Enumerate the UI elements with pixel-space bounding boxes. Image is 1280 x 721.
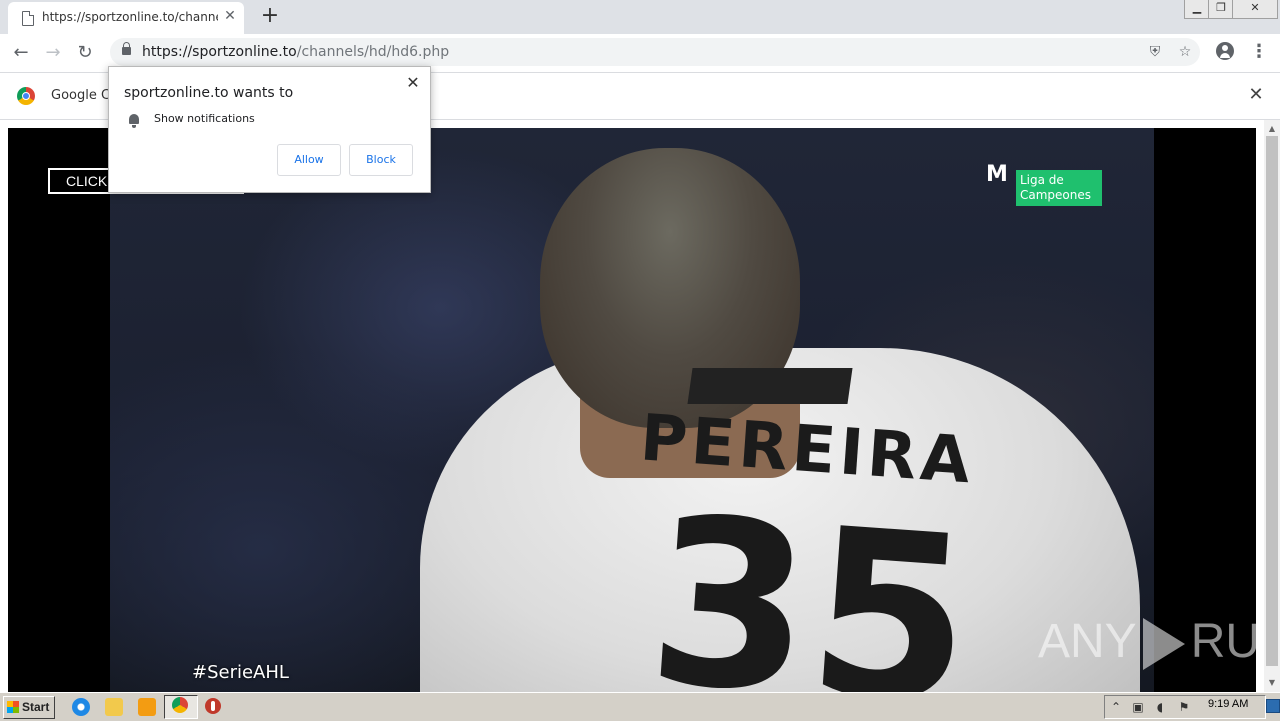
url-path: /channels/hd/hd6.php	[296, 44, 450, 60]
taskbar-clock[interactable]: 9:19 AM	[1208, 698, 1248, 710]
watermark-left: ANY	[1038, 615, 1137, 668]
allow-button[interactable]: Allow	[277, 144, 341, 176]
account-icon[interactable]	[1216, 42, 1234, 60]
media-player-icon[interactable]	[138, 698, 156, 716]
network-icon[interactable]: ▣	[1131, 700, 1145, 714]
infobar-close-icon[interactable]: ✕	[1246, 85, 1266, 105]
popup-title: sportzonline.to wants to	[124, 85, 294, 101]
start-label: Start	[22, 700, 50, 714]
star-icon[interactable]: ☆	[1176, 43, 1194, 61]
lock-icon[interactable]	[122, 42, 131, 55]
watermark-right: RUN	[1190, 615, 1256, 668]
popup-close-icon[interactable]: ✕	[404, 74, 422, 92]
chrome-logo-icon	[17, 87, 35, 105]
forward-arrow-icon[interactable]: →	[40, 40, 66, 66]
kebab-menu-icon[interactable]: ⋮	[1250, 40, 1268, 64]
back-arrow-icon[interactable]: ←	[8, 40, 34, 66]
block-button[interactable]: Block	[349, 144, 413, 176]
window-close-button[interactable]: ✕	[1232, 0, 1278, 19]
tab-close-icon[interactable]: ✕	[222, 8, 238, 24]
play-icon	[1142, 618, 1185, 671]
page-scrollbar[interactable]: ▲ ▼	[1264, 120, 1280, 692]
start-button[interactable]: Start	[3, 696, 55, 719]
window-maximize-button[interactable]: ❐	[1208, 0, 1234, 19]
folder-icon[interactable]	[105, 698, 123, 716]
url-host: https://sportzonline.to	[142, 44, 297, 60]
page-content: PEREIRA 35 M Liga de Campeones #SerieAHL…	[0, 120, 1264, 692]
video-player[interactable]: PEREIRA 35 M Liga de Campeones #SerieAHL…	[8, 128, 1256, 692]
volume-icon[interactable]: ◖	[1153, 700, 1167, 714]
window-minimize-button[interactable]: ▁	[1184, 0, 1210, 19]
notification-blocked-icon[interactable]: ⛨	[1146, 43, 1164, 61]
video-frame[interactable]: PEREIRA 35 M Liga de Campeones #SerieAHL	[110, 128, 1154, 692]
tray-expand-icon[interactable]: ⌃	[1109, 700, 1123, 714]
windows-logo-icon	[7, 701, 19, 713]
reload-icon[interactable]: ↻	[72, 40, 98, 66]
notification-permission-popup: sportzonline.to wants to ✕ Show notifica…	[108, 66, 431, 193]
chrome-icon[interactable]	[172, 697, 188, 713]
bell-icon	[129, 114, 139, 128]
opera-icon[interactable]	[205, 698, 221, 714]
new-tab-button[interactable]: +	[258, 4, 282, 28]
windows-taskbar: Start ⌃ ▣ ◖ ⚑ 9:19 AM	[0, 692, 1280, 721]
league-badge: Liga de Campeones	[1016, 170, 1102, 206]
page-icon	[22, 11, 34, 26]
jersey-number: 35	[641, 468, 980, 692]
anyrun-watermark: ANY RUN	[1038, 612, 1256, 672]
show-desktop-icon[interactable]	[1266, 699, 1280, 713]
internet-explorer-icon[interactable]	[72, 698, 90, 716]
scroll-thumb[interactable]	[1266, 136, 1278, 666]
hashtag-overlay: #SerieAHL	[192, 662, 289, 683]
scroll-down-icon[interactable]: ▼	[1264, 676, 1280, 690]
collar-patch	[687, 368, 853, 404]
flag-icon[interactable]: ⚑	[1177, 700, 1191, 714]
url-text[interactable]: https://sportzonline.to/channels/hd/hd6.…	[142, 44, 449, 60]
broadcaster-logo: M	[986, 162, 1008, 187]
permission-text: Show notifications	[154, 112, 255, 125]
tab-title: https://sportzonline.to/channels/hd/hd6.…	[42, 10, 218, 24]
tab-strip: https://sportzonline.to/channels/hd/hd6.…	[0, 0, 1280, 34]
browser-tab[interactable]: https://sportzonline.to/channels/hd/hd6.…	[8, 2, 244, 34]
address-bar[interactable]: https://sportzonline.to/channels/hd/hd6.…	[110, 38, 1200, 66]
scroll-up-icon[interactable]: ▲	[1264, 122, 1280, 136]
